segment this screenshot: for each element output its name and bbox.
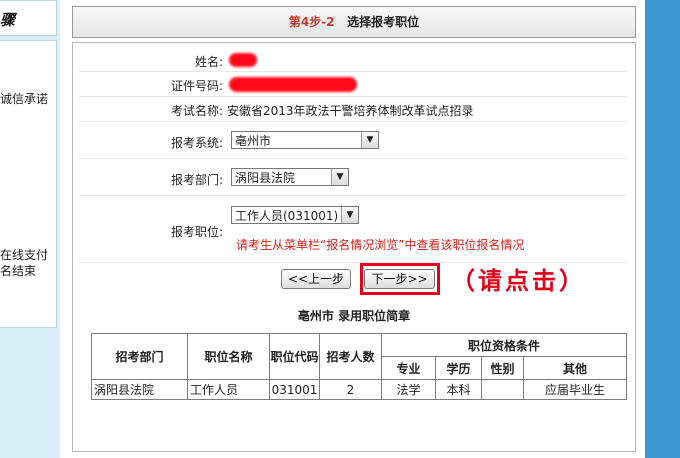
sidebar-item-payment-line2: 名结束 [0, 264, 37, 278]
left-sidebar: 骤 诚信承诺 在线支付 名结束 [0, 0, 60, 458]
cell-code: 031001 [269, 379, 320, 400]
position-select[interactable]: 工作人员(031001) ▼ [231, 206, 359, 224]
exam-row: 考试名称: 安徽省2013年政法干警培养体制改革试点招录 [79, 97, 627, 122]
cell-gender [481, 379, 524, 400]
header-major: 专业 [381, 356, 436, 380]
table-row: 涡阳县法院 工作人员 031001 2 法学 本科 应届毕业生 [91, 379, 627, 400]
sidebar-item-integrity[interactable]: 诚信承诺 [0, 90, 48, 107]
exam-value: 安徽省2013年政法干警培养体制改革试点招录 [227, 104, 474, 118]
system-row: 报考系统: 亳州市 ▼ [79, 122, 627, 159]
position-label: 报考职位: [170, 225, 223, 239]
system-select-value: 亳州市 [235, 134, 272, 148]
step-number: 第4步-2 [288, 15, 335, 29]
dept-select-value: 涡阳县法院 [235, 171, 296, 185]
sidebar-menu-panel: 诚信承诺 在线支付 名结束 [0, 40, 57, 328]
id-label: 证件号码: [170, 79, 223, 93]
chevron-down-icon[interactable]: ▼ [331, 169, 348, 185]
redacted-name [229, 53, 257, 67]
form-box: 姓名: 证件号码: 考试名称: 安徽省2013年政法干警培养体制改革试点招录 报… [72, 42, 636, 452]
name-row: 姓名: [79, 49, 627, 72]
header-other: 其他 [523, 356, 627, 380]
table-title: 亳州市 录用职位简章 [297, 309, 411, 323]
step-title: 选择报考职位 [347, 15, 420, 29]
header-code: 职位代码 [269, 333, 320, 380]
header-education: 学历 [435, 356, 482, 380]
cell-count: 2 [319, 379, 382, 400]
redacted-id [229, 77, 357, 92]
dept-label: 报考部门: [170, 173, 223, 187]
header-position: 职位名称 [187, 333, 270, 380]
step-header: 第4步-2 选择报考职位 [72, 6, 636, 38]
cell-dept: 涡阳县法院 [91, 379, 188, 400]
prev-step-button[interactable]: <<上一步 [281, 269, 351, 289]
position-row: 报考职位: 工作人员(031001) ▼ 请考生从菜单栏“报名情况浏览”中查看该… [79, 196, 627, 263]
header-count: 招考人数 [319, 333, 382, 380]
dept-row: 报考部门: 涡阳县法院 ▼ [79, 159, 627, 196]
id-row: 证件号码: [79, 72, 627, 97]
click-hint: （请点击） [451, 267, 586, 295]
job-table: 招考部门 职位名称 职位代码 招考人数 职位资格条件 专业 学历 性别 其他 涡… [91, 333, 627, 400]
sidebar-heading-panel: 骤 [0, 0, 57, 36]
cell-other: 应届毕业生 [523, 379, 627, 400]
position-notice: 请考生从菜单栏“报名情况浏览”中查看该职位报名情况 [236, 238, 525, 252]
cell-major: 法学 [381, 379, 436, 400]
header-dept: 招考部门 [91, 333, 188, 380]
chevron-down-icon[interactable]: ▼ [341, 207, 358, 223]
dept-select[interactable]: 涡阳县法院 ▼ [231, 168, 349, 186]
system-label: 报考系统: [170, 136, 223, 150]
position-select-value: 工作人员(031001) [235, 209, 339, 223]
main-frame: 第4步-2 选择报考职位 姓名: 证件号码: 考试名称: 安徽省2013年政法干… [64, 0, 644, 458]
header-qualifications: 职位资格条件 [381, 333, 627, 357]
header-gender: 性别 [481, 356, 524, 380]
system-select[interactable]: 亳州市 ▼ [231, 131, 379, 149]
chevron-down-icon[interactable]: ▼ [361, 132, 378, 148]
exam-label: 考试名称: [170, 104, 223, 118]
sidebar-item-payment[interactable]: 在线支付 [0, 246, 48, 263]
right-accent-bar [645, 0, 680, 458]
name-label: 姓名: [194, 55, 223, 69]
cell-education: 本科 [435, 379, 482, 400]
sidebar-heading: 骤 [0, 11, 16, 29]
cell-position: 工作人员 [187, 379, 270, 400]
next-step-highlight [360, 263, 440, 295]
